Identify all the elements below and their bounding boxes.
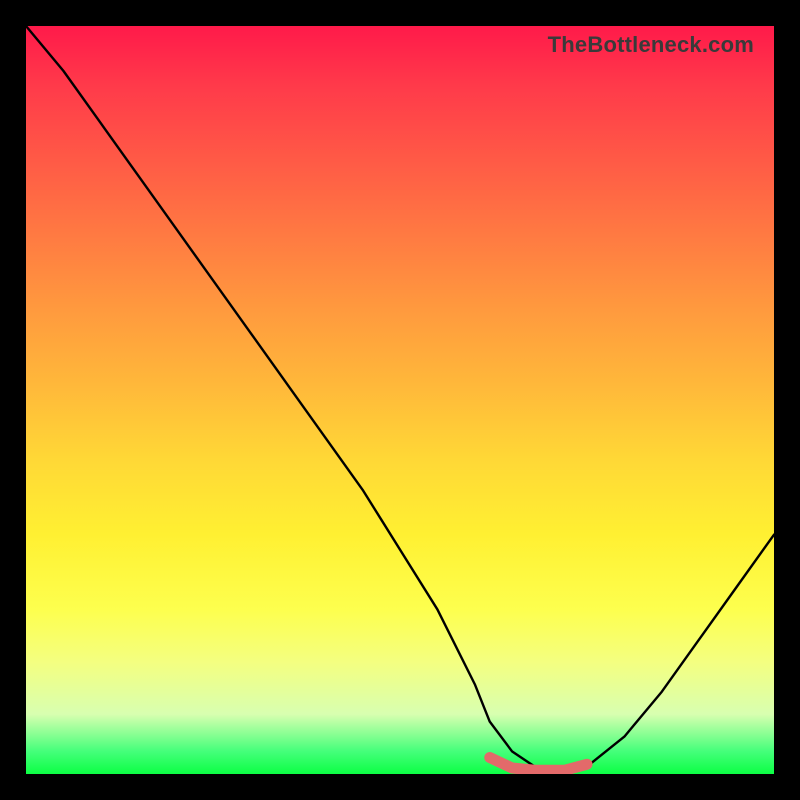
chart-frame: TheBottleneck.com [0, 0, 800, 800]
watermark-label: TheBottleneck.com [548, 32, 754, 58]
curve-layer [26, 26, 774, 774]
bottleneck-curve [26, 26, 774, 770]
plot-area: TheBottleneck.com [26, 26, 774, 774]
minimum-highlight [490, 758, 587, 771]
